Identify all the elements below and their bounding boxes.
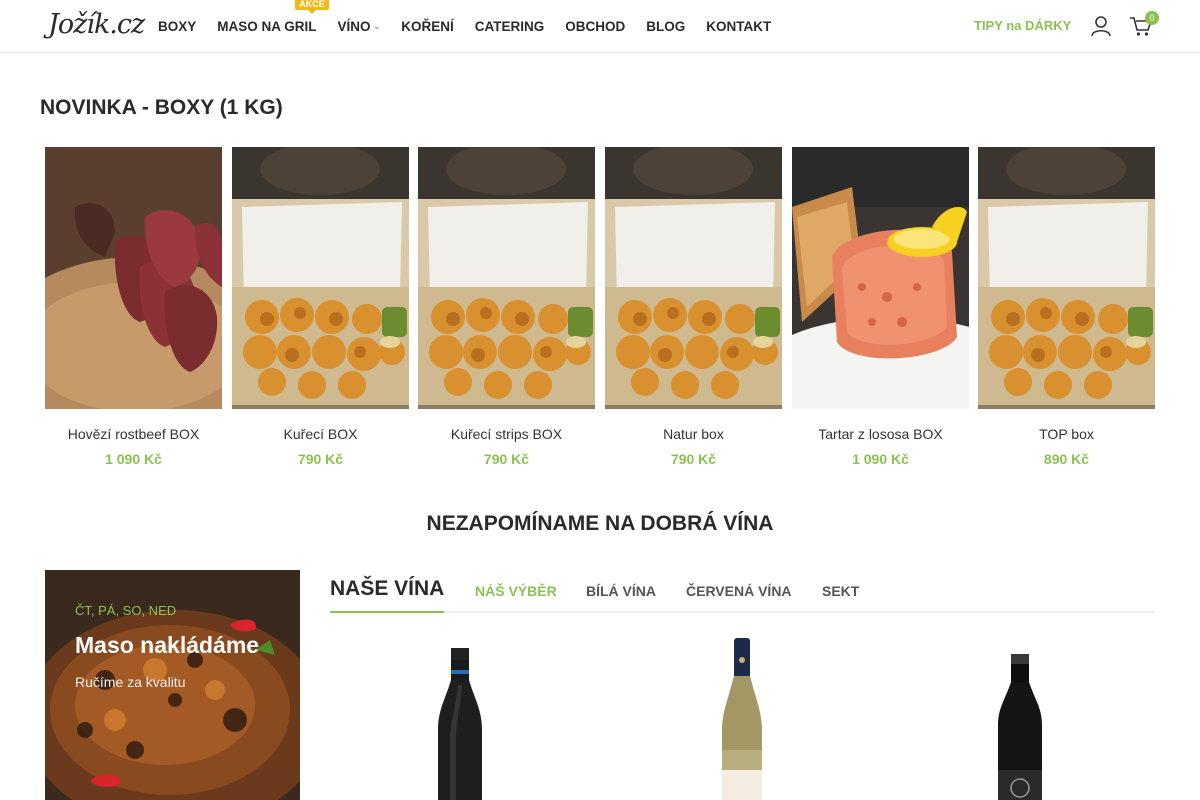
product-card[interactable]: Kuřecí BOX 790 Kč — [232, 143, 409, 467]
wine-bottle-image[interactable] — [400, 630, 520, 800]
product-name[interactable]: Kuřecí BOX — [232, 426, 409, 442]
wine-section-heading: NEZAPOMÍNAME NA DOBRÁ VÍNA — [426, 512, 774, 535]
product-image-fried-chicken-box[interactable] — [232, 143, 409, 409]
site-header: Jožík.cz BOXY MASO NA GRIL AKCE VÍNO ⌄ K… — [0, 0, 1200, 53]
nav-item-obchod[interactable]: OBCHOD — [565, 19, 625, 34]
wine-tabs: NAŠE VÍNA NÁŠ VÝBĚR BÍLÁ VÍNA ČERVENÁ VÍ… — [330, 570, 1155, 613]
product-price: 890 Kč — [1043, 451, 1090, 467]
product-image-salmon-tartare[interactable] — [752, 147, 1032, 437]
tab-nas-vyber[interactable]: NÁŠ VÝBĚR — [475, 583, 557, 599]
wine-products — [330, 630, 1155, 800]
product-name[interactable]: Tartar z lososa BOX — [792, 426, 969, 442]
tab-sekt[interactable]: SEKT — [822, 583, 859, 599]
nav-item-maso-na-gril[interactable]: MASO NA GRIL AKCE — [217, 0, 329, 34]
product-name[interactable]: Natur box — [605, 426, 782, 442]
site-logo[interactable]: Jožík.cz — [48, 9, 145, 40]
product-price: 790 Kč — [483, 451, 530, 467]
nav-item-boxy[interactable]: BOXY — [158, 19, 196, 34]
nav-item-koreni[interactable]: KOŘENÍ — [401, 19, 454, 34]
nav-label: OBCHOD — [565, 19, 626, 34]
nav-label: MASO NA GRIL — [217, 19, 317, 34]
nav-item-vino[interactable]: VÍNO ⌄ — [338, 19, 381, 34]
product-image-fried-chicken-box[interactable] — [605, 143, 782, 409]
promo-banner[interactable]: ČT, PÁ, SO, NED Maso nakládáme Ručíme za… — [45, 570, 300, 800]
product-carousel: Hovězí rostbeef BOX 1 090 Kč Kuřecí BOX … — [0, 143, 1155, 467]
wine-tabs-title: NAŠE VÍNA — [330, 577, 445, 613]
promo-days: ČT, PÁ, SO, NED — [75, 603, 177, 618]
wine-bottle-image[interactable] — [682, 630, 802, 800]
section-title: NOVINKA - BOXY (1 KG) — [40, 96, 283, 119]
promo-title: Maso nakládáme — [75, 632, 260, 658]
product-image-sliced-beef[interactable] — [0, 147, 275, 437]
tab-bila-vina[interactable]: BÍLÁ VÍNA — [586, 583, 656, 599]
nav-label: VÍNO — [337, 19, 371, 34]
product-price: 790 Kč — [670, 451, 717, 467]
nav-label: KONTAKT — [706, 19, 772, 34]
product-image-fried-chicken-box[interactable] — [418, 143, 595, 409]
product-name[interactable]: Hovězí rostbeef BOX — [45, 426, 222, 442]
product-price: 790 Kč — [297, 451, 344, 467]
product-card[interactable]: Natur box 790 Kč — [605, 143, 782, 467]
gift-tips-link[interactable]: TIPY na DÁRKY — [974, 18, 1071, 33]
product-price: 1 090 Kč — [105, 451, 162, 467]
nav-item-kontakt[interactable]: KONTAKT — [706, 19, 771, 34]
wine-bottle-image[interactable] — [960, 630, 1080, 800]
product-card[interactable]: Hovězí rostbeef BOX 1 090 Kč — [0, 147, 275, 467]
chevron-down-icon: ⌄ — [373, 22, 381, 31]
product-card[interactable]: Tartar z lososa BOX 1 090 Kč — [752, 147, 1032, 467]
nav-item-catering[interactable]: CATERING — [475, 19, 545, 34]
product-card[interactable]: TOP box 890 Kč — [978, 143, 1155, 467]
nav-label: BLOG — [646, 19, 686, 34]
product-name[interactable]: Kuřecí strips BOX — [418, 426, 595, 442]
promo-subtitle: Ručíme za kvalitu — [75, 674, 186, 690]
nav-label: KOŘENÍ — [401, 19, 454, 34]
tab-cervena-vina[interactable]: ČERVENÁ VÍNA — [686, 583, 792, 599]
product-name[interactable]: TOP box — [978, 426, 1155, 442]
nav-label: CATERING — [474, 19, 545, 34]
nav-label: BOXY — [158, 19, 197, 34]
cart-count-badge: 0 — [1145, 11, 1159, 25]
user-account-icon[interactable] — [1090, 15, 1112, 37]
sale-badge: AKCE — [295, 0, 329, 14]
nav-item-blog[interactable]: BLOG — [646, 19, 685, 34]
product-image-fried-chicken-box[interactable] — [978, 143, 1155, 409]
product-card[interactable]: Kuřecí strips BOX 790 Kč — [418, 143, 595, 467]
main-nav: BOXY MASO NA GRIL AKCE VÍNO ⌄ KOŘENÍ CAT… — [158, 0, 792, 53]
product-price: 1 090 Kč — [852, 451, 909, 467]
